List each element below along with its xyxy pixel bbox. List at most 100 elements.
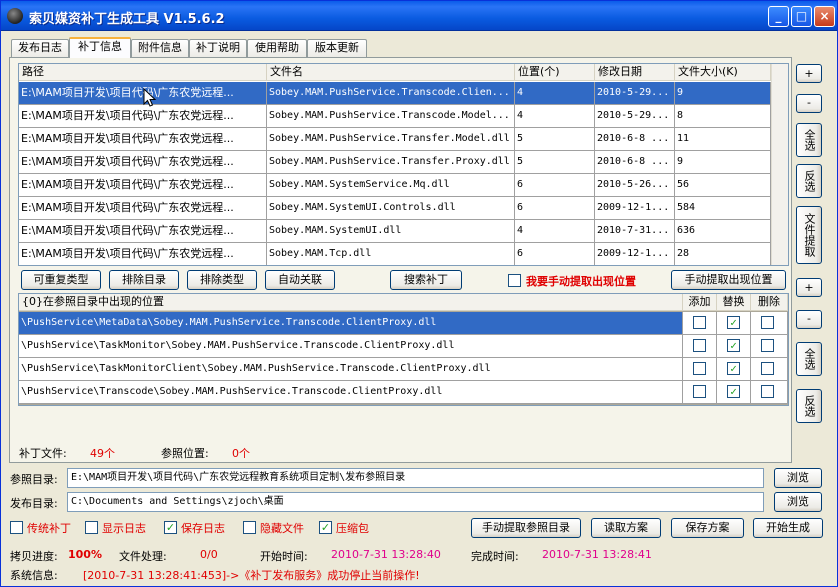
- table-cell: 5: [515, 128, 595, 150]
- table-row[interactable]: E:\MAM项目开发\项目代码\广东农党远程... Sobey.MAM.Syste…: [19, 174, 771, 197]
- remove-location-button[interactable]: -: [796, 310, 822, 329]
- ref-positions-count: 0个: [232, 447, 250, 460]
- ref-dir-input[interactable]: E:\MAM项目开发\项目代码\广东农党远程教育系统项目定制\发布参照目录: [67, 468, 764, 488]
- app-icon: [7, 8, 23, 24]
- location-path: \PushService\Transcode\Sobey.MAM.PushSer…: [19, 381, 683, 403]
- replace-checkbox[interactable]: ✓: [727, 385, 740, 398]
- save-log-label: 保存日志: [181, 522, 225, 535]
- col-location[interactable]: {0}在参照目录中出现的位置: [19, 294, 683, 311]
- invert-locations-button[interactable]: 反选: [796, 389, 822, 423]
- invert-files-button[interactable]: 反选: [796, 164, 822, 198]
- manual-ref-dir-button[interactable]: 手动提取参照目录: [471, 518, 581, 538]
- save-plan-button[interactable]: 保存方案: [671, 518, 744, 538]
- save-log-checkbox[interactable]: ✓: [164, 521, 177, 534]
- replace-checkbox[interactable]: ✓: [727, 339, 740, 352]
- tab-help[interactable]: 使用帮助: [247, 39, 307, 57]
- add-checkbox[interactable]: [693, 339, 706, 352]
- show-log-label: 显示日志: [102, 522, 146, 535]
- table-row[interactable]: E:\MAM项目开发\项目代码\广东农党远程... Sobey.MAM.Syste…: [19, 197, 771, 220]
- pub-dir-browse-button[interactable]: 浏览: [774, 492, 822, 512]
- table-cell: E:\MAM项目开发\项目代码\广东农党远程...: [19, 105, 267, 127]
- select-all-files-button[interactable]: 全选: [796, 123, 822, 157]
- traditional-patch-checkbox[interactable]: [10, 521, 23, 534]
- checkbox-cell: ✓: [717, 358, 751, 380]
- col-delete[interactable]: 删除: [751, 294, 788, 311]
- add-checkbox[interactable]: [693, 362, 706, 375]
- copy-progress-value: 100%: [68, 548, 102, 561]
- patch-file-table: 路径 文件名 位置(个) 修改日期 文件大小(K) E:\MAM项目开发\项目代…: [18, 63, 789, 266]
- vertical-scrollbar[interactable]: [771, 64, 788, 265]
- tab-publish-log[interactable]: 发布日志: [11, 39, 69, 57]
- add-file-button[interactable]: +: [796, 64, 822, 83]
- pub-dir-input[interactable]: C:\Documents and Settings\zjoch\桌面: [67, 492, 764, 512]
- delete-checkbox[interactable]: [761, 339, 774, 352]
- col-size[interactable]: 文件大小(K): [675, 64, 771, 81]
- select-all-locations-button[interactable]: 全选: [796, 342, 822, 376]
- col-path[interactable]: 路径: [19, 64, 267, 81]
- read-plan-button[interactable]: 读取方案: [591, 518, 661, 538]
- table-row[interactable]: E:\MAM项目开发\项目代码\广东农党远程... Sobey.MAM.PushS…: [19, 105, 771, 128]
- tab-patch-info[interactable]: 补丁信息: [69, 37, 131, 58]
- add-location-button[interactable]: +: [796, 278, 822, 297]
- tab-attachment-info[interactable]: 附件信息: [131, 39, 189, 57]
- tab-version-update[interactable]: 版本更新: [307, 39, 367, 57]
- location-row[interactable]: \PushService\TaskMonitorClient\Sobey.MAM…: [19, 358, 788, 381]
- table-cell: 636: [675, 220, 771, 242]
- auto-link-button[interactable]: 自动关联: [265, 270, 335, 290]
- table-cell: E:\MAM项目开发\项目代码\广东农党远程...: [19, 220, 267, 242]
- table-cell: 6: [515, 243, 595, 265]
- add-checkbox[interactable]: [693, 316, 706, 329]
- tab-patch-desc[interactable]: 补丁说明: [189, 39, 247, 57]
- patch-files-label: 补丁文件:: [19, 447, 67, 460]
- replace-checkbox[interactable]: ✓: [727, 316, 740, 329]
- manual-extract-button[interactable]: 手动提取出现位置: [671, 270, 786, 290]
- table-cell: 11: [675, 128, 771, 150]
- col-replace[interactable]: 替换: [717, 294, 751, 311]
- location-row[interactable]: \PushService\TaskMonitor\Sobey.MAM.PushS…: [19, 335, 788, 358]
- start-generate-button[interactable]: 开始生成: [753, 518, 823, 538]
- repeatable-type-button[interactable]: 可重复类型: [21, 270, 101, 290]
- table-cell: 6: [515, 197, 595, 219]
- file-extract-button[interactable]: 文件提取: [796, 206, 822, 264]
- checkbox-cell: [751, 358, 788, 380]
- col-filename[interactable]: 文件名: [267, 64, 515, 81]
- col-modified[interactable]: 修改日期: [595, 64, 675, 81]
- close-button[interactable]: ×: [814, 6, 835, 27]
- table-row[interactable]: E:\MAM项目开发\项目代码\广东农党远程... Sobey.MAM.Tcp.d…: [19, 243, 771, 265]
- minimize-button[interactable]: _: [768, 6, 789, 27]
- pub-dir-label: 发布目录:: [10, 497, 58, 510]
- table-row[interactable]: E:\MAM项目开发\项目代码\广东农党远程... Sobey.MAM.PushS…: [19, 128, 771, 151]
- file-process-value: 0/0: [200, 548, 218, 561]
- table-cell: 56: [675, 174, 771, 196]
- maximize-button[interactable]: □: [791, 6, 812, 27]
- table-cell: 2009-12-1...: [595, 243, 675, 265]
- replace-checkbox[interactable]: ✓: [727, 362, 740, 375]
- col-add[interactable]: 添加: [683, 294, 717, 311]
- table-row[interactable]: E:\MAM项目开发\项目代码\广东农党远程... Sobey.MAM.Syste…: [19, 220, 771, 243]
- remove-file-button[interactable]: -: [796, 94, 822, 113]
- patch-files-count: 49个: [90, 447, 115, 460]
- show-log-checkbox[interactable]: [85, 521, 98, 534]
- add-checkbox[interactable]: [693, 385, 706, 398]
- exclude-dir-button[interactable]: 排除目录: [109, 270, 179, 290]
- delete-checkbox[interactable]: [761, 362, 774, 375]
- table-cell: 2010-6-8 ...: [595, 151, 675, 173]
- zip-package-checkbox[interactable]: ✓: [319, 521, 332, 534]
- table-cell: 5: [515, 151, 595, 173]
- location-row[interactable]: \PushService\MetaData\Sobey.MAM.PushServ…: [19, 312, 788, 335]
- title-bar[interactable]: 索贝媒资补丁生成工具 V1.5.6.2 _ □ ×: [1, 1, 837, 31]
- location-path: \PushService\TaskMonitor\Sobey.MAM.PushS…: [19, 335, 683, 357]
- delete-checkbox[interactable]: [761, 316, 774, 329]
- table-row[interactable]: E:\MAM项目开发\项目代码\广东农党远程... Sobey.MAM.PushS…: [19, 151, 771, 174]
- manual-extract-checkbox[interactable]: [508, 274, 521, 287]
- col-position[interactable]: 位置(个): [515, 64, 595, 81]
- exclude-type-button[interactable]: 排除类型: [187, 270, 257, 290]
- table-header: 路径 文件名 位置(个) 修改日期 文件大小(K): [19, 64, 788, 81]
- location-table: {0}在参照目录中出现的位置 添加 替换 删除 \PushService\Met…: [18, 293, 789, 406]
- location-row[interactable]: \PushService\Transcode\Sobey.MAM.PushSer…: [19, 381, 788, 404]
- delete-checkbox[interactable]: [761, 385, 774, 398]
- hide-files-checkbox[interactable]: [243, 521, 256, 534]
- ref-dir-browse-button[interactable]: 浏览: [774, 468, 822, 488]
- table-row[interactable]: E:\MAM项目开发\项目代码\广东农党远程... Sobey.MAM.PushS…: [19, 82, 771, 105]
- search-patch-button[interactable]: 搜索补丁: [390, 270, 462, 290]
